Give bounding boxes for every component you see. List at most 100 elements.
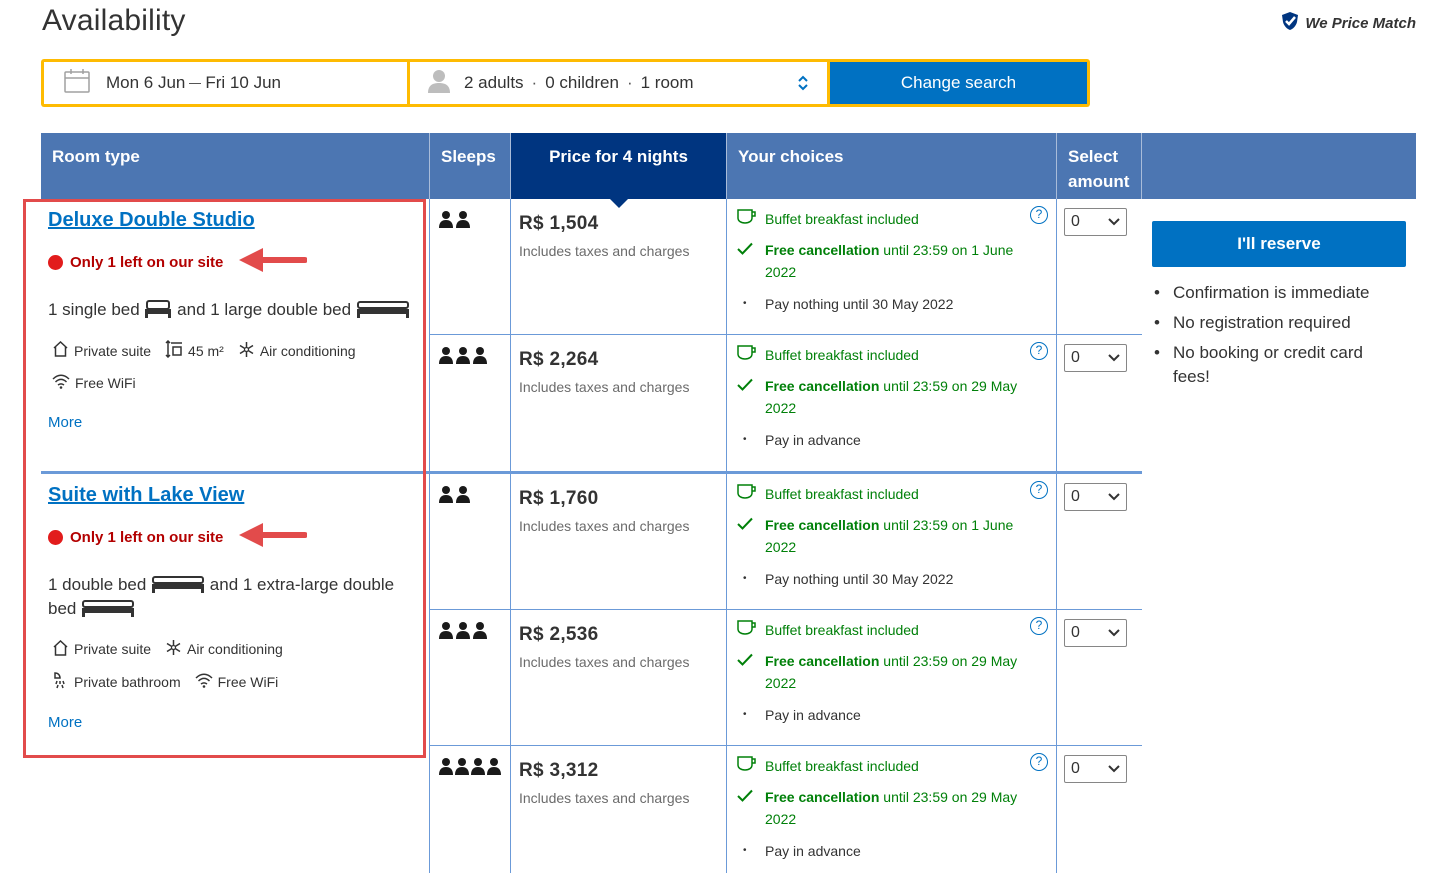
wifi-icon (195, 673, 213, 691)
cancellation-choice: Free cancellation until 23:59 on 29 May … (737, 375, 1047, 419)
coffee-cup-icon (737, 483, 765, 505)
wifi-icon (52, 374, 70, 392)
cancellation-choice: Free cancellation until 23:59 on 29 May … (737, 650, 1047, 694)
price-note: Includes taxes and charges (519, 790, 690, 806)
room-name-link[interactable]: Suite with Lake View (48, 484, 244, 507)
sleeps-cell (430, 474, 511, 609)
coffee-cup-icon (737, 208, 765, 230)
date-dash (189, 82, 202, 84)
adults-count: 2 adults (464, 73, 524, 92)
bed-description: 1 single bed and 1 large double bed (48, 298, 422, 322)
select-cell: 0 (1057, 474, 1142, 609)
breakfast-choice: Buffet breakfast included (737, 619, 1047, 641)
chevron-down-icon (1108, 760, 1120, 778)
date-from: Mon 6 Jun (106, 73, 186, 92)
price-value: R$ 2,264 (519, 349, 599, 370)
room-group: Deluxe Double Studio Only 1 left on our … (41, 199, 1142, 474)
header-select-amount: Select amount (1057, 133, 1142, 199)
question-mark-icon[interactable]: ? (1030, 481, 1048, 499)
price-value: R$ 2,536 (519, 624, 599, 645)
breakfast-choice: Buffet breakfast included (737, 483, 1047, 505)
question-mark-icon[interactable]: ? (1030, 617, 1048, 635)
reserve-button[interactable]: I'll reserve (1152, 221, 1406, 267)
table-row: R$ 1,760 Includes taxes and charges ? Bu… (430, 474, 1142, 610)
guests-selector[interactable]: 2 adults · 0 children · 1 room (410, 62, 827, 104)
facility-item: Private bathroom Free WiFi (52, 672, 422, 692)
two-guests-icon (439, 486, 471, 507)
checkmark-icon (737, 375, 765, 419)
price-cell: R$ 1,760 Includes taxes and charges (511, 474, 727, 609)
three-guests-icon (439, 622, 487, 643)
bed-text-2: and 1 large double bed (177, 300, 352, 319)
header-select-line2: amount (1068, 172, 1130, 191)
cancellation-choice: Free cancellation until 23:59 on 1 June … (737, 514, 1047, 558)
snowflake-icon (165, 639, 182, 659)
room-quantity-select[interactable]: 0 (1064, 483, 1127, 511)
bullet-icon: • (743, 709, 747, 720)
question-mark-icon[interactable]: ? (1030, 753, 1048, 771)
select-cell: 0 (1057, 199, 1142, 334)
room-quantity-select[interactable]: 0 (1064, 344, 1127, 372)
price-value: R$ 1,504 (519, 213, 599, 234)
payment-choice: • Pay in advance (737, 429, 1047, 451)
red-dot-icon (48, 254, 63, 270)
header-choices: Your choices (727, 133, 1057, 199)
single-bed-icon (144, 300, 172, 319)
change-search-button[interactable]: Change search (830, 62, 1087, 104)
facility-item: Air conditioning (165, 639, 283, 659)
list-item: Confirmation is immediate (1154, 281, 1403, 305)
red-arrow-icon (237, 246, 309, 278)
room-group: Suite with Lake View Only 1 left on our … (41, 474, 1142, 873)
three-guests-icon (439, 347, 487, 368)
payment-choice: • Pay nothing until 30 May 2022 (737, 293, 1047, 315)
price-cell: R$ 2,536 Includes taxes and charges (511, 610, 727, 745)
room-quantity-select[interactable]: 0 (1064, 619, 1127, 647)
availability-table: Deluxe Double Studio Only 1 left on our … (41, 199, 1142, 873)
header-reserve (1142, 133, 1416, 199)
question-mark-icon[interactable]: ? (1030, 206, 1048, 224)
double-bed-icon (356, 300, 410, 319)
price-match-badge[interactable]: We Price Match (1280, 11, 1416, 35)
choices-cell: ? Buffet breakfast included Free cancell… (727, 474, 1057, 609)
facility-item: Private suite (52, 639, 151, 659)
children-count: 0 children (545, 73, 619, 92)
date-picker[interactable]: Mon 6 Jun Fri 10 Jun (44, 62, 407, 104)
room-quantity-select[interactable]: 0 (1064, 208, 1127, 236)
up-down-chevron-icon (797, 74, 809, 97)
chevron-down-icon (1108, 488, 1120, 506)
coffee-cup-icon (737, 619, 765, 641)
room-options: R$ 1,760 Includes taxes and charges ? Bu… (430, 474, 1142, 873)
breakfast-choice: Buffet breakfast included (737, 208, 1047, 230)
chevron-down-icon (1108, 213, 1120, 231)
bullet-icon: • (743, 298, 747, 309)
price-cell: R$ 3,312 Includes taxes and charges (511, 746, 727, 873)
chevron-down-icon (1108, 349, 1120, 367)
payment-choice: • Pay in advance (737, 840, 1047, 862)
price-note: Includes taxes and charges (519, 518, 690, 534)
bed-description: 1 double bed and 1 extra-large double be… (48, 573, 422, 621)
sleeps-cell (430, 199, 511, 334)
question-mark-icon[interactable]: ? (1030, 342, 1048, 360)
house-icon (52, 340, 69, 360)
room-name-link[interactable]: Deluxe Double Studio (48, 209, 255, 232)
coffee-cup-icon (737, 755, 765, 777)
bed-text-1: 1 double bed (48, 575, 147, 594)
checkmark-icon (737, 650, 765, 694)
more-link[interactable]: More (48, 714, 422, 731)
header-sleeps: Sleeps (430, 133, 511, 199)
sleeps-cell (430, 335, 511, 471)
sleeps-cell (430, 610, 511, 745)
facility-item: Free WiFi (52, 374, 136, 392)
list-item: No booking or credit card fees! (1154, 341, 1403, 389)
checkmark-icon (737, 514, 765, 558)
more-link[interactable]: More (48, 414, 422, 431)
red-arrow-icon (237, 521, 309, 553)
price-cell: R$ 1,504 Includes taxes and charges (511, 199, 727, 334)
payment-choice: • Pay nothing until 30 May 2022 (737, 568, 1047, 590)
choices-cell: ? Buffet breakfast included Free cancell… (727, 746, 1057, 873)
red-dot-icon (48, 529, 63, 545)
price-note: Includes taxes and charges (519, 379, 690, 395)
room-quantity-select[interactable]: 0 (1064, 755, 1127, 783)
search-bar: Mon 6 Jun Fri 10 Jun 2 adults · 0 childr… (41, 59, 1090, 107)
choices-cell: ? Buffet breakfast included Free cancell… (727, 610, 1057, 745)
